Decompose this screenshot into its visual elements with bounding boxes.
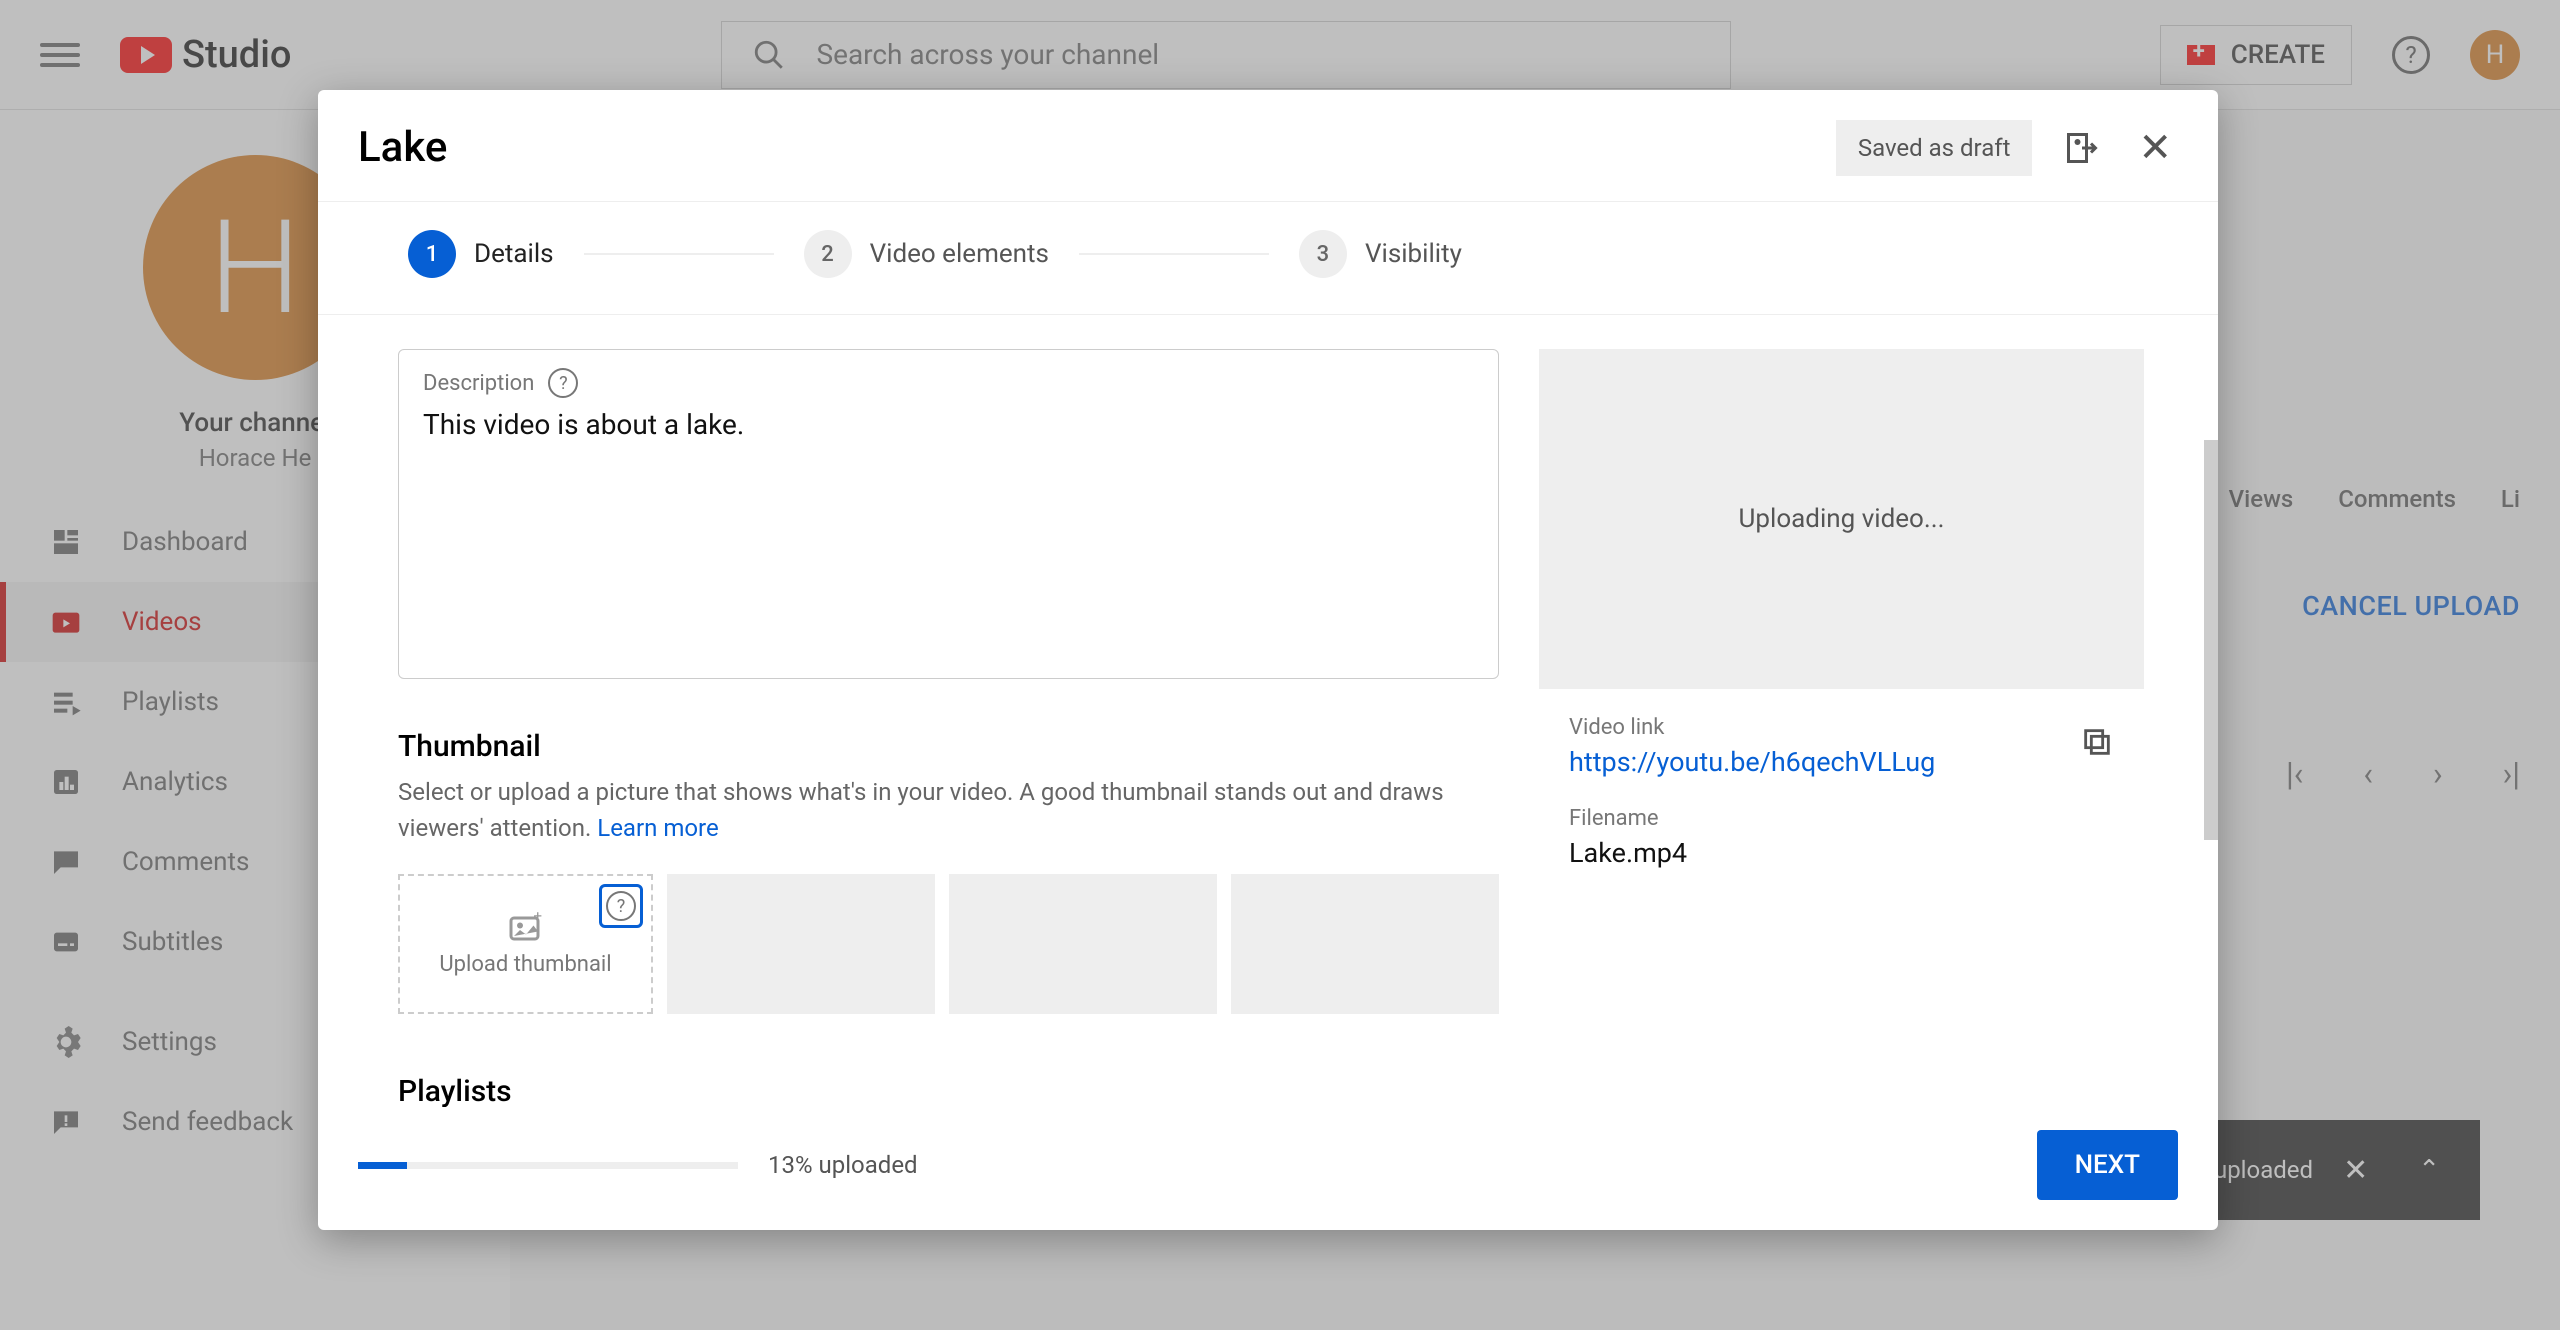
thumbnail-slot[interactable]: [949, 874, 1217, 1014]
svg-text:+: +: [533, 912, 542, 925]
filename-label: Filename: [1569, 806, 2114, 831]
step-visibility[interactable]: 3 Visibility: [1299, 230, 1462, 278]
modal-header: Lake Saved as draft ✕: [318, 90, 2218, 201]
exit-icon[interactable]: [2064, 130, 2100, 166]
playlists-title: Playlists: [398, 1074, 1499, 1107]
saved-badge: Saved as draft: [1836, 120, 2033, 176]
upload-progress-label: 13% uploaded: [768, 1151, 918, 1179]
help-icon[interactable]: ?: [548, 368, 578, 398]
step-divider: [584, 253, 774, 255]
next-button[interactable]: NEXT: [2037, 1130, 2178, 1200]
video-preview: Uploading video...: [1539, 349, 2144, 689]
scrollbar[interactable]: [2204, 440, 2218, 840]
step-label: Visibility: [1365, 239, 1462, 269]
description-field[interactable]: Description ?: [398, 349, 1499, 679]
image-plus-icon: +: [508, 912, 544, 942]
video-link-label: Video link: [1569, 715, 1935, 740]
upload-status: Uploading video...: [1739, 504, 1945, 534]
step-divider: [1079, 253, 1269, 255]
learn-more-link[interactable]: Learn more: [597, 814, 718, 842]
filename-value: Lake.mp4: [1569, 837, 2114, 869]
step-number: 1: [408, 230, 456, 278]
upload-thumbnail-button[interactable]: ? + Upload thumbnail: [398, 874, 653, 1014]
step-details[interactable]: 1 Details: [408, 230, 554, 278]
thumbnail-title: Thumbnail: [398, 729, 1499, 764]
modal-title: Lake: [358, 123, 447, 172]
upload-thumbnail-label: Upload thumbnail: [439, 952, 611, 977]
copy-icon[interactable]: [2080, 725, 2114, 768]
video-link[interactable]: https://youtu.be/h6qechVLLug: [1569, 746, 1935, 778]
upload-modal: Lake Saved as draft ✕ 1 Details 2 Video …: [318, 90, 2218, 1230]
modal-body: Description ? Thumbnail Select or upload…: [318, 315, 2218, 1107]
help-icon[interactable]: ?: [599, 884, 643, 928]
step-label: Video elements: [870, 239, 1049, 269]
preview-column: Uploading video... Video link https://yo…: [1539, 349, 2144, 1073]
thumbnail-subtitle: Select or upload a picture that shows wh…: [398, 774, 1448, 846]
step-label: Details: [474, 239, 554, 269]
upload-progress-bar: [358, 1162, 738, 1169]
thumbnail-slot[interactable]: [667, 874, 935, 1014]
stepper: 1 Details 2 Video elements 3 Visibility: [318, 201, 2218, 315]
step-number: 2: [804, 230, 852, 278]
step-video-elements[interactable]: 2 Video elements: [804, 230, 1049, 278]
thumbnail-desc-text: Select or upload a picture that shows wh…: [398, 778, 1444, 842]
description-input[interactable]: [423, 408, 1474, 648]
details-column: Description ? Thumbnail Select or upload…: [398, 349, 1499, 1073]
video-meta: Video link https://youtu.be/h6qechVLLug …: [1539, 689, 2144, 895]
thumbnail-row: ? + Upload thumbnail: [398, 874, 1499, 1014]
step-number: 3: [1299, 230, 1347, 278]
thumbnail-slot[interactable]: [1231, 874, 1499, 1014]
description-label: Description: [423, 371, 534, 396]
modal-footer: 13% uploaded NEXT: [318, 1107, 2218, 1230]
close-icon[interactable]: ✕: [2132, 118, 2178, 177]
